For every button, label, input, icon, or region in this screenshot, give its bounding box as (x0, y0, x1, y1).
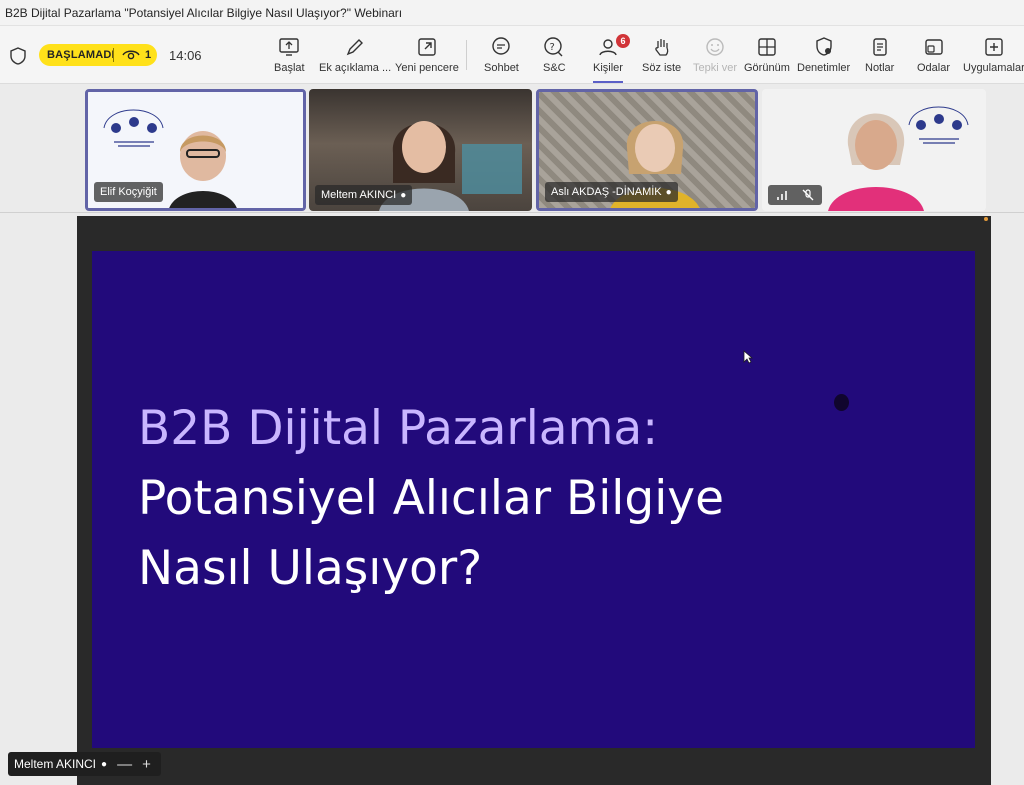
notes-button[interactable]: Notlar (865, 36, 894, 80)
view-label: Görünüm (744, 62, 790, 74)
moderation-button[interactable]: Denetimler (797, 36, 850, 80)
participant-name: Aslı AKDAŞ -DİNAMİK (551, 186, 662, 198)
new-window-label: Yeni pencere (395, 62, 459, 74)
popout-icon (418, 38, 436, 56)
react-label: Tepki ver (693, 62, 738, 74)
new-window-button[interactable]: Yeni pencere (395, 36, 459, 80)
notes-label: Notlar (865, 62, 895, 74)
participant-tile[interactable]: Meltem AKINCI ● (309, 89, 532, 211)
participant-tile[interactable]: Elif Koçyiğit (85, 89, 306, 211)
emoji-icon (706, 38, 724, 56)
plus-icon (985, 38, 1003, 56)
mouse-cursor-icon (743, 350, 753, 364)
stage-indicator-dot (984, 217, 988, 221)
meeting-timer: 14:06 (169, 48, 202, 63)
presenter-icon: ● (101, 758, 108, 770)
participant-status-tag (768, 185, 822, 205)
shield-settings-icon (815, 37, 832, 56)
presenter-icon: ● (665, 186, 672, 198)
participant-name-tag: Elif Koçyiğit (94, 182, 163, 202)
qa-label: S&C (543, 62, 566, 74)
people-button[interactable]: 6 Kişiler (593, 34, 630, 83)
chat-button[interactable]: Sohbet (484, 36, 519, 80)
slide-title-line-2: Potansiyel Alıcılar Bilgiye (138, 471, 724, 526)
qa-icon: ? (544, 37, 563, 57)
status-separator (113, 48, 114, 62)
svg-text:?: ? (550, 42, 555, 53)
chat-label: Sohbet (484, 62, 519, 74)
raise-hand-label: Söz iste (642, 62, 682, 74)
chat-icon (492, 37, 511, 55)
participant-silhouette (828, 113, 924, 211)
raise-hand-button[interactable]: Söz iste (642, 36, 681, 80)
eye-icon (122, 50, 140, 60)
shield-icon[interactable] (10, 47, 26, 65)
apps-label: Uygulamalar (963, 62, 1024, 74)
rooms-button[interactable]: Odalar (917, 36, 950, 80)
people-label: Kişiler (593, 62, 623, 74)
notes-icon (872, 38, 887, 56)
annotation-label: Ek açıklama ... (319, 62, 392, 74)
zoom-out-button[interactable]: — (117, 756, 132, 773)
breakout-rooms-icon (924, 39, 943, 55)
slide-title-line-1: B2B Dijital Pazarlama: (138, 401, 659, 456)
people-count-badge: 6 (616, 34, 630, 48)
rooms-label: Odalar (917, 62, 951, 74)
start-label: Başlat (274, 62, 305, 74)
react-button[interactable]: Tepki ver (693, 36, 737, 80)
window-title: B2B Dijital Pazarlama "Potansiyel Alıcıl… (0, 0, 1024, 26)
meeting-status-label: BAŞLAMADI (47, 49, 115, 61)
stage-presenter-tag: Meltem AKINCI ● — + (8, 752, 161, 776)
stage-presenter-name: Meltem AKINCI (14, 757, 97, 771)
participant-silhouette (169, 131, 237, 208)
screen-share-icon (279, 38, 299, 56)
participant-name: Elif Koçyiğit (100, 186, 157, 198)
signal-icon (777, 191, 787, 200)
grid-view-icon (758, 38, 776, 56)
mic-off-icon (802, 189, 814, 201)
participant-name-tag: Meltem AKINCI ● (315, 185, 413, 205)
esiad-logo (103, 109, 164, 147)
toolbar-divider (466, 40, 467, 70)
apps-button[interactable]: Uygulamalar (963, 36, 1024, 80)
moderation-label: Denetimler (797, 62, 851, 74)
shared-content-stage[interactable]: B2B Dijital Pazarlama: Potansiyel Alıcıl… (77, 216, 991, 785)
presentation-slide: B2B Dijital Pazarlama: Potansiyel Alıcıl… (92, 251, 975, 748)
slide-title-line-3: Nasıl Ulaşıyor? (138, 541, 483, 596)
participant-tile[interactable] (762, 89, 986, 211)
presenter-icon: ● (400, 189, 407, 201)
annotation-button[interactable]: Ek açıklama ... (319, 36, 391, 80)
viewer-count: 1 (145, 49, 152, 61)
slide-dot-decoration (834, 394, 849, 411)
office-window (462, 144, 522, 194)
participant-gallery: Elif Koçyiğit Meltem AKINCI ● Aslı AKDAŞ… (0, 85, 1024, 213)
participant-name: Meltem AKINCI (321, 189, 397, 201)
start-button[interactable]: Başlat (274, 36, 305, 80)
hand-icon (654, 39, 668, 56)
view-button[interactable]: Görünüm (744, 36, 790, 80)
participant-tile[interactable]: Aslı AKDAŞ -DİNAMİK ● (536, 89, 758, 211)
qa-button[interactable]: ? S&C (543, 36, 566, 80)
zoom-in-button[interactable]: + (142, 756, 151, 773)
meeting-status-badge[interactable]: BAŞLAMADI 1 (39, 44, 157, 66)
meeting-toolbar: BAŞLAMADI 1 14:06 Başlat Ek açıklama ...… (0, 26, 1024, 84)
participant-name-tag: Aslı AKDAŞ -DİNAMİK ● (545, 182, 678, 202)
pen-icon (346, 39, 364, 56)
